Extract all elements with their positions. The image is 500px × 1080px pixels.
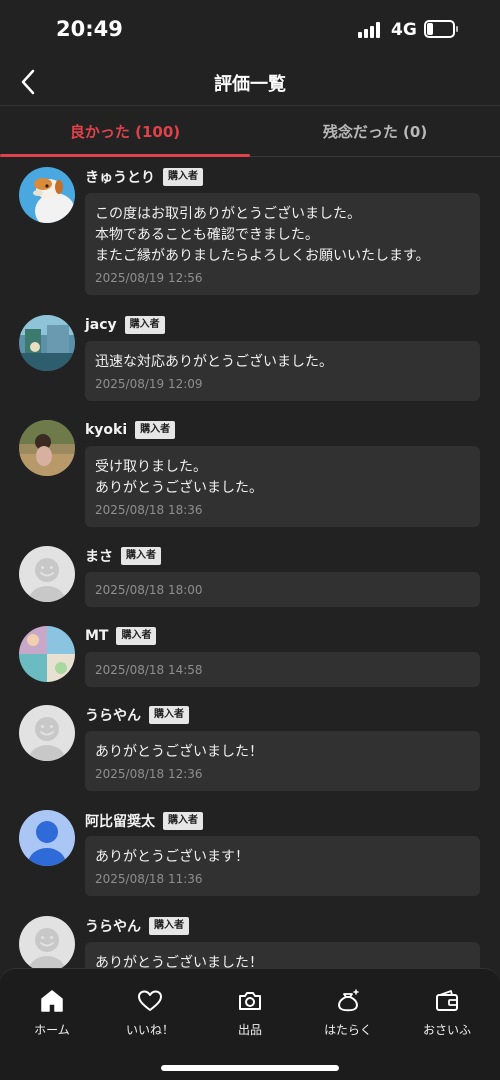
review-comment: ありがとうございました！ <box>95 744 263 760</box>
default-avatar-icon[interactable] <box>19 810 75 866</box>
tab-bad[interactable]: 残念だった (0) <box>250 107 500 157</box>
nav-label: おさいふ <box>422 1023 471 1037</box>
review-list[interactable]: きゅうとり 購入者 この度はお取引ありがとうございました。 本物であることも確認… <box>0 158 500 970</box>
nav-wallet[interactable]: おさいふ <box>397 987 497 1047</box>
battery-icon <box>424 20 458 38</box>
reviewer-name[interactable]: kyoki <box>85 422 127 438</box>
review-comment-bubble: 2025/08/18 18:00 <box>85 572 480 607</box>
buyer-badge: 購入者 <box>163 168 203 186</box>
review-date: 2025/08/18 12:36 <box>95 767 203 781</box>
heart-icon <box>138 990 162 1011</box>
review-comment-bubble: ありがとうございました！ 2025/08/18 12:36 <box>85 731 480 791</box>
home-icon <box>41 990 63 1012</box>
review-comment-bubble: 2025/08/18 14:58 <box>85 652 480 687</box>
wallet-icon <box>436 990 458 1011</box>
review-comment-bubble: ありがとうございます！ 2025/08/18 11:36 <box>85 836 480 896</box>
default-avatar-icon[interactable] <box>19 705 75 761</box>
active-tab-indicator <box>0 154 250 157</box>
review-comment: ありがとうございます！ <box>95 849 249 865</box>
buyer-badge: 購入者 <box>149 917 189 935</box>
nav-likes[interactable]: いいね！ <box>100 987 200 1047</box>
review-date: 2025/08/19 12:56 <box>95 271 203 285</box>
buyer-badge: 購入者 <box>135 421 176 439</box>
page-title: 評価一覧 <box>214 74 286 95</box>
review-comment-bubble: ありがとうございました！ <box>85 942 480 970</box>
review-comment-bubble: 迅速な対応ありがとうございました。 2025/08/19 12:09 <box>85 341 480 401</box>
camera-icon <box>239 992 261 1010</box>
home-indicator <box>161 1065 339 1071</box>
buyer-badge: 購入者 <box>149 706 189 724</box>
buyer-badge: 購入者 <box>116 627 157 645</box>
reviewer-name[interactable]: jacy <box>85 317 117 333</box>
tab-bar: 良かった (100) 残念だった (0) <box>0 107 500 157</box>
nav-label: はたらく <box>324 1023 372 1037</box>
tab-good[interactable]: 良かった (100) <box>0 107 250 157</box>
review-comment-bubble: この度はお取引ありがとうございました。 本物であることも確認できました。 またご… <box>85 193 480 295</box>
avatar[interactable] <box>19 626 75 682</box>
review-comment: この度はお取引ありがとうございました。 本物であることも確認できました。 またご… <box>95 206 430 264</box>
status-time: 20:49 <box>56 17 123 41</box>
review-date: 2025/08/18 18:36 <box>95 503 203 517</box>
avatar[interactable] <box>19 315 75 371</box>
review-date: 2025/08/18 18:00 <box>95 583 203 597</box>
bottom-nav: ホーム いいね！ 出品 はたらく おさいふ <box>0 968 500 1080</box>
buyer-badge: 購入者 <box>121 547 161 565</box>
nav-label: 出品 <box>237 1023 262 1037</box>
review-date: 2025/08/18 11:36 <box>95 872 203 886</box>
default-avatar-icon[interactable] <box>19 916 75 970</box>
money-bag-icon <box>338 989 359 1012</box>
reviewer-name[interactable]: まさ <box>85 546 113 566</box>
nav-label: いいね！ <box>125 1023 174 1037</box>
default-avatar-icon[interactable] <box>19 546 75 602</box>
network-type: 4G <box>391 20 417 40</box>
buyer-badge: 購入者 <box>163 812 203 830</box>
review-comment-bubble: 受け取りました。 ありがとうございました。 2025/08/18 18:36 <box>85 446 480 527</box>
nav-label: ホーム <box>34 1023 70 1037</box>
review-date: 2025/08/18 14:58 <box>95 663 203 677</box>
reviewer-name[interactable]: うらやん <box>85 705 141 725</box>
review-comment: 迅速な対応ありがとうございました。 <box>95 354 333 370</box>
reviewer-name[interactable]: MT <box>85 628 108 644</box>
reviewer-name[interactable]: きゅうとり <box>85 167 155 187</box>
avatar[interactable] <box>19 167 75 223</box>
cellular-signal-icon <box>358 22 384 38</box>
reviewer-name[interactable]: うらやん <box>85 916 141 936</box>
nav-work[interactable]: はたらく <box>298 987 398 1047</box>
nav-sell[interactable]: 出品 <box>200 987 300 1047</box>
review-comment: 受け取りました。 ありがとうございました。 <box>95 459 263 496</box>
header: 評価一覧 <box>0 58 500 106</box>
status-bar: 20:49 4G <box>0 0 500 58</box>
review-date: 2025/08/19 12:09 <box>95 377 203 391</box>
buyer-badge: 購入者 <box>124 316 165 334</box>
avatar[interactable] <box>19 420 75 476</box>
nav-home[interactable]: ホーム <box>2 987 102 1047</box>
reviewer-name[interactable]: 阿比留奨太 <box>85 811 155 831</box>
